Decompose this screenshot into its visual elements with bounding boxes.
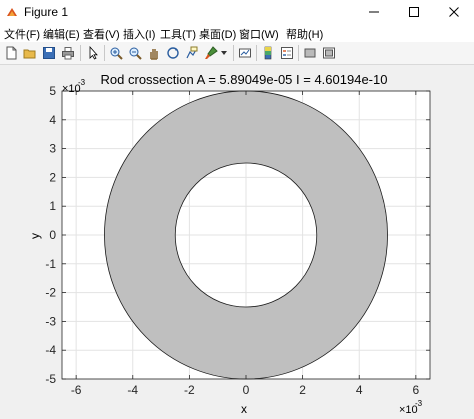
y-tick-label: 3	[49, 142, 56, 156]
close-button[interactable]	[434, 0, 474, 24]
y-tick-label: 1	[49, 199, 56, 213]
colorbar-icon[interactable]	[259, 44, 277, 62]
menu-desktop[interactable]: 桌面(D)	[199, 26, 236, 42]
x-exponent-power: -3	[415, 399, 423, 408]
rotate-3d-icon[interactable]	[164, 44, 182, 62]
minimize-icon	[369, 11, 379, 13]
x-tick-label: 2	[299, 383, 306, 397]
y-tick-label: -4	[45, 343, 56, 357]
menu-bar: 文件(F) 编辑(E) 查看(V) 插入(I) 工具(T) 桌面(D) 窗口(W…	[0, 24, 474, 42]
menu-window[interactable]: 窗口(W)	[239, 26, 279, 42]
y-tick-label: 2	[49, 170, 56, 184]
chart-title: Rod crossection A = 5.89049e-05 I = 4.60…	[101, 72, 388, 87]
pan-icon[interactable]	[145, 44, 163, 62]
y-tick-label: -1	[45, 257, 56, 271]
menu-insert[interactable]: 插入(I)	[123, 26, 155, 42]
maximize-button[interactable]	[394, 0, 434, 24]
x-tick-label: -6	[71, 383, 82, 397]
menu-file[interactable]: 文件(F)	[4, 26, 40, 42]
print-icon[interactable]	[59, 44, 77, 62]
zoom-in-icon[interactable]	[107, 44, 125, 62]
toolbar-separator	[80, 45, 81, 61]
y-tick-label: -5	[45, 372, 56, 386]
x-tick-label: -2	[184, 383, 195, 397]
pointer-icon[interactable]	[84, 44, 102, 62]
hide-plot-tools-icon[interactable]	[301, 44, 319, 62]
plot-canvas: -6 -4 -2 0 2 4 6 -5 -4 -3 -2 -1 0 1 2 3 4 5 Rod crossect…	[28, 72, 431, 416]
y-tick-label: -2	[45, 286, 56, 300]
save-icon[interactable]	[40, 44, 58, 62]
maximize-icon	[409, 7, 419, 17]
y-tick-label: 5	[49, 84, 56, 98]
new-figure-icon[interactable]	[2, 44, 20, 62]
toolbar-separator	[104, 45, 105, 61]
y-exponent-power: -3	[78, 78, 86, 87]
menu-help[interactable]: 帮助(H)	[286, 26, 323, 42]
figure-window: Figure 1 文件(F) 编辑(E) 查看(V) 插入(I) 工具(T) 桌…	[0, 0, 474, 419]
toolbar-separator	[233, 45, 234, 61]
title-bar: Figure 1	[0, 0, 474, 24]
x-tick-label: 4	[356, 383, 363, 397]
open-file-icon[interactable]	[21, 44, 39, 62]
y-tick-label: -3	[45, 314, 56, 328]
menu-view[interactable]: 查看(V)	[83, 26, 120, 42]
x-tick-label: 6	[413, 383, 420, 397]
brush-icon[interactable]	[202, 44, 220, 62]
link-plot-icon[interactable]	[236, 44, 254, 62]
y-tick-label: 4	[49, 113, 56, 127]
x-axis-exponent: ×10 -3	[399, 399, 423, 416]
data-cursor-icon[interactable]	[183, 44, 201, 62]
close-icon	[449, 7, 459, 17]
show-plot-tools-icon[interactable]	[320, 44, 338, 62]
minimize-button[interactable]	[354, 0, 394, 24]
y-tick-label: 0	[49, 228, 56, 242]
toolbar-separator	[256, 45, 257, 61]
figure-canvas: -6 -4 -2 0 2 4 6 -5 -4 -3 -2 -1 0 1 2 3 4 5 Rod crossect…	[0, 65, 474, 419]
window-title: Figure 1	[24, 5, 69, 19]
x-axis-label: x	[241, 402, 247, 416]
y-axis-label: y	[28, 233, 42, 239]
matlab-figure-icon	[7, 8, 17, 16]
zoom-out-icon[interactable]	[126, 44, 144, 62]
x-tick-label: 0	[243, 383, 250, 397]
brush-dropdown-icon[interactable]	[219, 44, 229, 62]
menu-tools[interactable]: 工具(T)	[160, 26, 196, 42]
x-tick-label: -4	[127, 383, 138, 397]
menu-edit[interactable]: 编辑(E)	[43, 26, 80, 42]
toolbar	[0, 42, 474, 65]
legend-icon[interactable]	[278, 44, 296, 62]
toolbar-separator	[298, 45, 299, 61]
